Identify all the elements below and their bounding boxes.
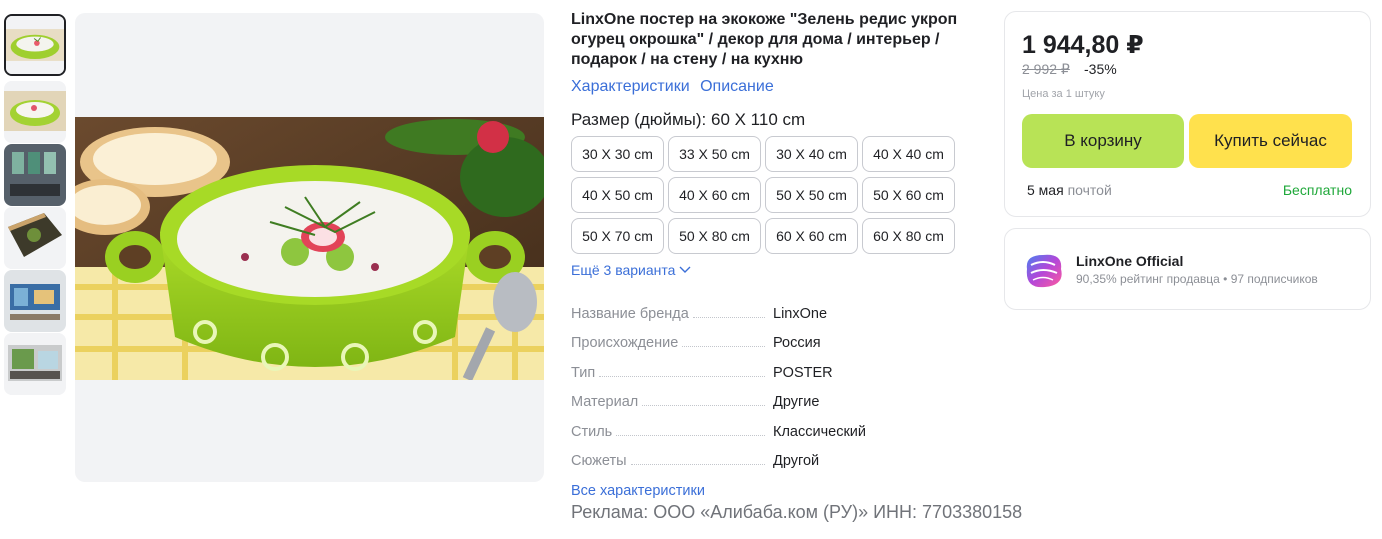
seller-card[interactable]: LinxOne Official 90,35% рейтинг продавца…: [1004, 228, 1371, 310]
thumbnail-living-room[interactable]: [4, 333, 66, 395]
seller-meta: 90,35% рейтинг продавца • 97 подписчиков: [1076, 272, 1318, 286]
spec-row: Материал Другие: [571, 381, 981, 410]
seller-logo: [1026, 254, 1062, 288]
size-option[interactable]: 40 X 40 cm: [862, 136, 955, 172]
thumbnail-soup-bowl-alt[interactable]: [4, 81, 66, 143]
size-options: 30 X 30 cm 33 X 50 cm 30 X 40 cm 40 X 40…: [571, 136, 981, 254]
thumbnail-room-interior[interactable]: [4, 144, 66, 206]
specs-list: Название бренда LinxOne Происхождение Ро…: [571, 292, 981, 470]
spec-row: Стиль Классический: [571, 410, 981, 440]
current-price: 1 944,80 ₽: [1022, 31, 1144, 59]
spec-key: Стиль: [571, 423, 613, 440]
delivery-info: 5 мая почтой: [1027, 182, 1112, 198]
spec-key: Материал: [571, 394, 639, 410]
add-to-cart-button[interactable]: В корзину: [1022, 114, 1184, 168]
spec-row: Происхождение Россия: [571, 322, 981, 351]
size-option[interactable]: 40 X 50 cm: [571, 177, 664, 213]
thumbnail-poster-angle[interactable]: [4, 207, 66, 269]
all-specs-link[interactable]: Все характеристики: [571, 483, 981, 499]
spec-value: LinxOne: [773, 305, 828, 322]
thumbnail-soup-bowl[interactable]: [4, 14, 66, 76]
product-photo: [75, 117, 544, 380]
more-variants-button[interactable]: Ещё 3 варианта: [571, 262, 981, 278]
discount-badge: -35%: [1084, 61, 1117, 77]
spec-value: POSTER: [773, 364, 833, 381]
size-option[interactable]: 60 X 80 cm: [862, 218, 955, 254]
ad-disclaimer: Реклама: ООО «Алибаба.ком (РУ)» ИНН: 770…: [571, 502, 1023, 522]
price-card: 1 944,80 ₽ 2 992 ₽ -35% Цена за 1 штуку …: [1004, 11, 1371, 217]
size-label: Размер (дюймы): 60 X 110 cm: [571, 110, 806, 129]
description-link[interactable]: Описание: [700, 78, 774, 95]
size-option[interactable]: 30 X 40 cm: [765, 136, 858, 172]
thumbnail-room-wall[interactable]: [4, 270, 66, 332]
size-option[interactable]: 50 X 80 cm: [668, 218, 761, 254]
size-option[interactable]: 40 X 60 cm: [668, 177, 761, 213]
spec-key: Название бренда: [571, 305, 689, 322]
section-links: Характеристики Описание: [571, 77, 981, 97]
unit-price-note: Цена за 1 штуку: [1022, 88, 1105, 100]
delivery-method: почтой: [1067, 182, 1112, 198]
product-info: LinxOne постер на экокоже "Зелень редис …: [571, 10, 981, 499]
seller-name: LinxOne Official: [1076, 253, 1184, 269]
spec-key: Происхождение: [571, 335, 679, 351]
spec-key: Тип: [571, 364, 596, 381]
size-option[interactable]: 30 X 30 cm: [571, 136, 664, 172]
spec-value: Другие: [773, 394, 820, 410]
spec-value: Россия: [773, 335, 821, 351]
size-option[interactable]: 50 X 70 cm: [571, 218, 664, 254]
spec-row: Название бренда LinxOne: [571, 292, 981, 322]
meta-separator: •: [1223, 272, 1228, 286]
spec-row: Сюжеты Другой: [571, 440, 981, 469]
delivery-cost: Бесплатно: [1282, 182, 1352, 198]
size-option[interactable]: 50 X 50 cm: [765, 177, 858, 213]
buy-now-button[interactable]: Купить сейчас: [1189, 114, 1352, 168]
seller-rating: 90,35% рейтинг продавца: [1076, 272, 1220, 286]
seller-subscribers: 97 подписчиков: [1230, 272, 1318, 286]
size-option[interactable]: 60 X 60 cm: [765, 218, 858, 254]
more-variants-label: Ещё 3 варианта: [571, 262, 676, 278]
spec-key: Сюжеты: [571, 453, 627, 469]
product-title: LinxOne постер на экокоже "Зелень редис …: [571, 11, 958, 68]
spec-value: Классический: [773, 423, 866, 440]
spec-value: Другой: [773, 453, 820, 469]
size-option[interactable]: 50 X 60 cm: [862, 177, 955, 213]
delivery-date: 5 мая: [1027, 182, 1064, 198]
spec-row: Тип POSTER: [571, 351, 981, 381]
chevron-down-icon: [679, 266, 691, 273]
main-product-image[interactable]: [75, 13, 544, 482]
characteristics-link[interactable]: Характеристики: [571, 78, 690, 95]
size-option[interactable]: 33 X 50 cm: [668, 136, 761, 172]
old-price: 2 992 ₽: [1022, 61, 1070, 77]
